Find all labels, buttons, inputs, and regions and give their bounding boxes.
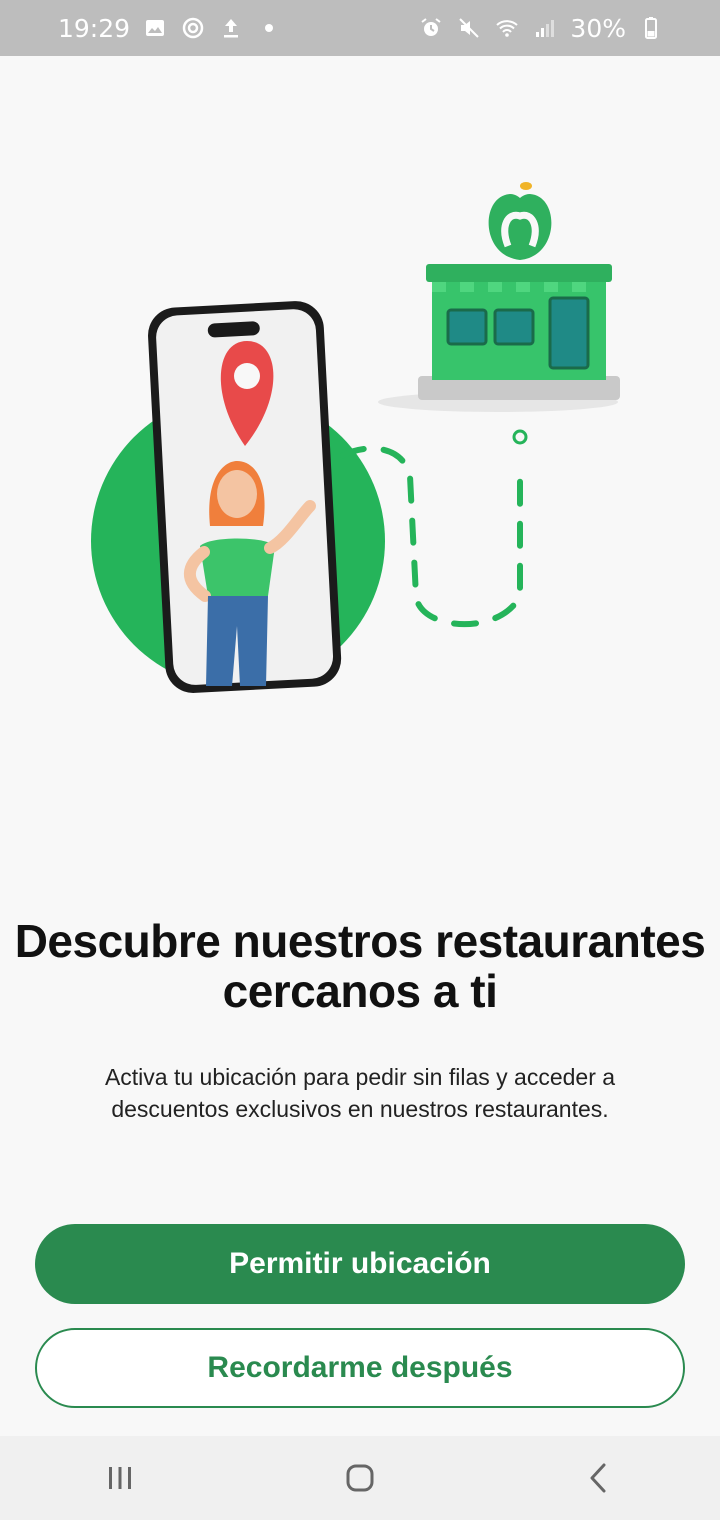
- signal-icon: [532, 15, 558, 41]
- home-button[interactable]: [320, 1448, 400, 1508]
- dot-icon: [256, 15, 282, 41]
- wifi-icon: [494, 15, 520, 41]
- system-nav-bar: [0, 1436, 720, 1520]
- sync-icon: [180, 15, 206, 41]
- status-time: 19:29: [58, 13, 131, 43]
- page-title: Descubre nuestros restaurantes cercanos …: [14, 915, 706, 1017]
- battery-percent: 30%: [570, 13, 626, 43]
- status-bar: 19:29 30%: [0, 0, 720, 56]
- store-icon: [378, 264, 620, 412]
- mute-icon: [456, 15, 482, 41]
- page-subtitle: Activa tu ubicación para pedir sin filas…: [104, 1064, 616, 1122]
- remind-later-button[interactable]: Recordarme después: [35, 1328, 685, 1408]
- home-icon: [346, 1464, 374, 1492]
- content: Descubre nuestros restaurantes cercanos …: [0, 56, 720, 1436]
- location-illustration: [91, 182, 620, 693]
- recent-apps-button[interactable]: [80, 1448, 160, 1508]
- image-icon: [142, 15, 168, 41]
- battery-icon: [638, 15, 664, 41]
- alarm-icon: [418, 15, 444, 41]
- apple-logo-icon: [488, 182, 552, 260]
- upload-icon: [218, 15, 244, 41]
- recent-apps-icon: [109, 1467, 131, 1489]
- back-icon: [590, 1463, 606, 1493]
- allow-location-button[interactable]: Permitir ubicación: [35, 1224, 685, 1304]
- back-button[interactable]: [560, 1448, 640, 1508]
